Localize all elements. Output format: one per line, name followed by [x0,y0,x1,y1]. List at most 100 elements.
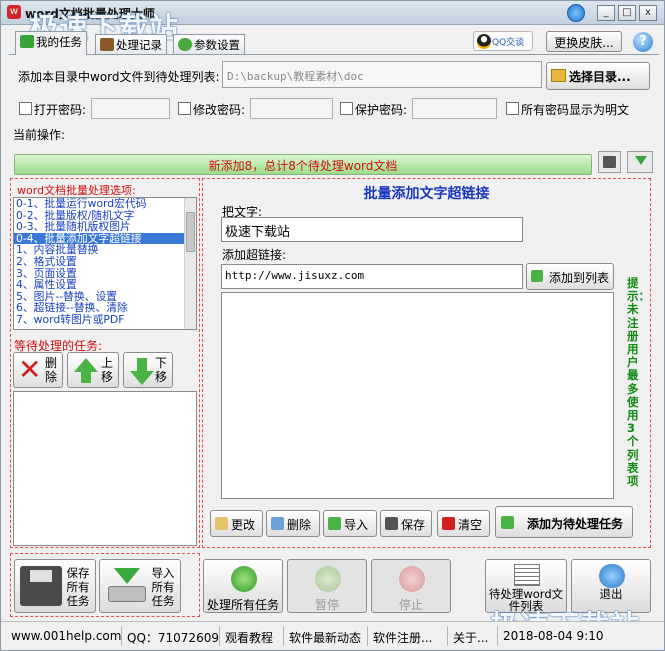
open-password-input[interactable] [91,98,170,119]
import-all-tasks-button[interactable]: 导入所有任务 [99,559,181,613]
help-icon[interactable]: ? [633,32,653,52]
move-up-button[interactable]: 上移 [67,352,119,388]
floppy-icon [385,517,398,530]
option-item[interactable]: 7、word转图片或PDF [14,314,184,326]
source-dir-label: 添加本目录中word文件到待处理列表: [18,70,220,84]
option-item[interactable]: 2、格式设置 [14,256,184,268]
option-item[interactable]: 1、内容批量替换 [14,244,184,256]
clear-x-icon [442,517,455,530]
option-item[interactable]: 5、图片--替换、设置 [14,291,184,303]
qq-chat-badge[interactable]: QQ交谈 [473,31,533,51]
delete-x-icon: ✕ [18,353,42,386]
add-plus-icon [531,270,543,282]
import-drive-icon [106,568,148,604]
delete-button[interactable]: 删除 [266,510,320,537]
tab-divider [9,54,659,55]
floppy-icon [20,566,62,606]
download-log-button[interactable] [627,151,653,173]
pending-task-list[interactable] [13,391,197,546]
options-title: word文档批量处理选项: [17,184,136,197]
select-directory-button[interactable]: 选择目录... [546,62,650,90]
scroll-thumb[interactable] [186,212,195,252]
protect-password-checkbox[interactable] [340,102,353,115]
options-scrollbar[interactable] [184,198,196,329]
save-all-tasks-button[interactable]: 保存所有任务 [14,559,96,613]
show-plaintext-checkbox[interactable] [506,102,519,115]
main-window: w word文档批量处理大师 _ □ x 极速下载站 我的任务 处理记录 参数设… [0,0,665,651]
panel-title: 批量添加文字超链接 [363,186,490,202]
play-icon [231,566,257,592]
options-list[interactable]: 0-1、批量运行word宏代码 0-2、批量版权/随机文字 0-3、批量随机版权图片… [13,197,197,330]
option-item[interactable]: 0-3、批量随机版权图片 [14,221,184,233]
status-bar: www.001help.com QQ：71072609 观看教程 软件最新动态 … [1,621,664,650]
option-item[interactable]: 3、页面设置 [14,268,184,280]
edit-button[interactable]: 更改 [210,510,263,537]
file-list-icon [514,564,540,586]
move-down-button[interactable]: 下移 [123,352,173,388]
briefcase-icon [100,38,114,51]
option-item[interactable]: 6、超链接--替换、清除 [14,302,184,314]
down-arrow-stem [137,358,147,371]
up-arrow-stem [81,371,91,383]
option-item[interactable]: 0-1、批量运行word宏代码 [14,198,184,210]
save-button[interactable]: 保存 [380,510,432,537]
status-tutorial-link[interactable]: 观看教程 [225,629,273,646]
add-to-list-button[interactable]: 添加到列表 [526,263,614,290]
option-item[interactable]: 4、属性设置 [14,279,184,291]
task-list-icon [20,35,34,48]
pause-button[interactable]: 暂停 [287,559,367,613]
skin-shirt-icon[interactable] [567,4,585,22]
edit-password-label: 修改密码: [193,103,246,117]
pause-icon [315,566,341,592]
pencil-icon [215,517,228,530]
edit-password-input[interactable] [250,98,333,119]
link-text-input[interactable]: 极速下载站 [221,217,523,242]
close-button[interactable]: x [639,5,657,21]
status-separator [447,626,448,646]
status-about-link[interactable]: 关于... [453,629,488,646]
links-list[interactable] [221,292,614,499]
tab-settings[interactable]: 参数设置 [173,34,245,54]
change-skin-button[interactable]: 更换皮肤... [546,31,622,52]
edit-password-checkbox[interactable] [178,102,191,115]
unregistered-note: 提示：未注册用户最多使用3个列表项 [627,276,650,489]
current-operation-label: 当前操作: [13,128,66,142]
run-all-tasks-button[interactable]: 处理所有任务 [203,559,283,613]
directory-path-input[interactable]: D:\backup\教程素材\doc [222,61,542,88]
import-arrow-icon [328,517,341,530]
tab-my-tasks[interactable]: 我的任务 [15,31,87,55]
option-item[interactable]: 0-4、批量添加文字超链接 [14,232,184,245]
status-register-link[interactable]: 软件注册... [373,629,432,646]
status-separator [121,626,122,646]
show-plaintext-label: 所有密码显示为明文 [521,103,630,117]
clear-button[interactable]: 清空 [437,510,490,537]
progress-bar: 新添加8，总计8个待处理word文档 [14,154,592,175]
hyperlink-label: 添加超链接: [222,248,287,262]
progress-text: 新添加8，总计8个待处理word文档 [208,159,398,173]
status-news-link[interactable]: 软件最新动态 [289,629,361,646]
download-arrow-icon [635,156,647,165]
maximize-button[interactable]: □ [618,5,636,21]
minimize-button[interactable]: _ [597,5,615,21]
floppy-icon [603,156,616,168]
open-password-label: 打开密码: [34,103,87,117]
hyperlink-input[interactable]: http://www.jisuxz.com [221,264,523,289]
add-pending-task-button[interactable]: 添加为待处理任务 [495,506,633,538]
status-qq: QQ：71072609 [127,631,219,645]
protect-password-input[interactable] [412,98,497,119]
folder-icon [551,69,566,82]
tab-records[interactable]: 处理记录 [95,34,167,54]
delete-task-button[interactable]: ✕ 删除 [13,352,63,388]
stop-button[interactable]: 停止 [371,559,451,613]
qq-penguin-icon [477,34,491,49]
exit-runner-icon [599,564,625,588]
option-item[interactable]: 0-2、批量版权/随机文字 [14,210,184,222]
open-password-checkbox[interactable] [19,102,32,115]
import-button[interactable]: 导入 [323,510,377,537]
down-arrow-icon [130,371,154,385]
options-items: 0-1、批量运行word宏代码 0-2、批量版权/随机文字 0-3、批量随机版权图片… [14,198,196,326]
save-log-button[interactable] [598,151,621,173]
status-separator [497,626,498,646]
status-website-link[interactable]: www.001help.com [11,629,121,643]
add-task-icon [501,516,514,529]
